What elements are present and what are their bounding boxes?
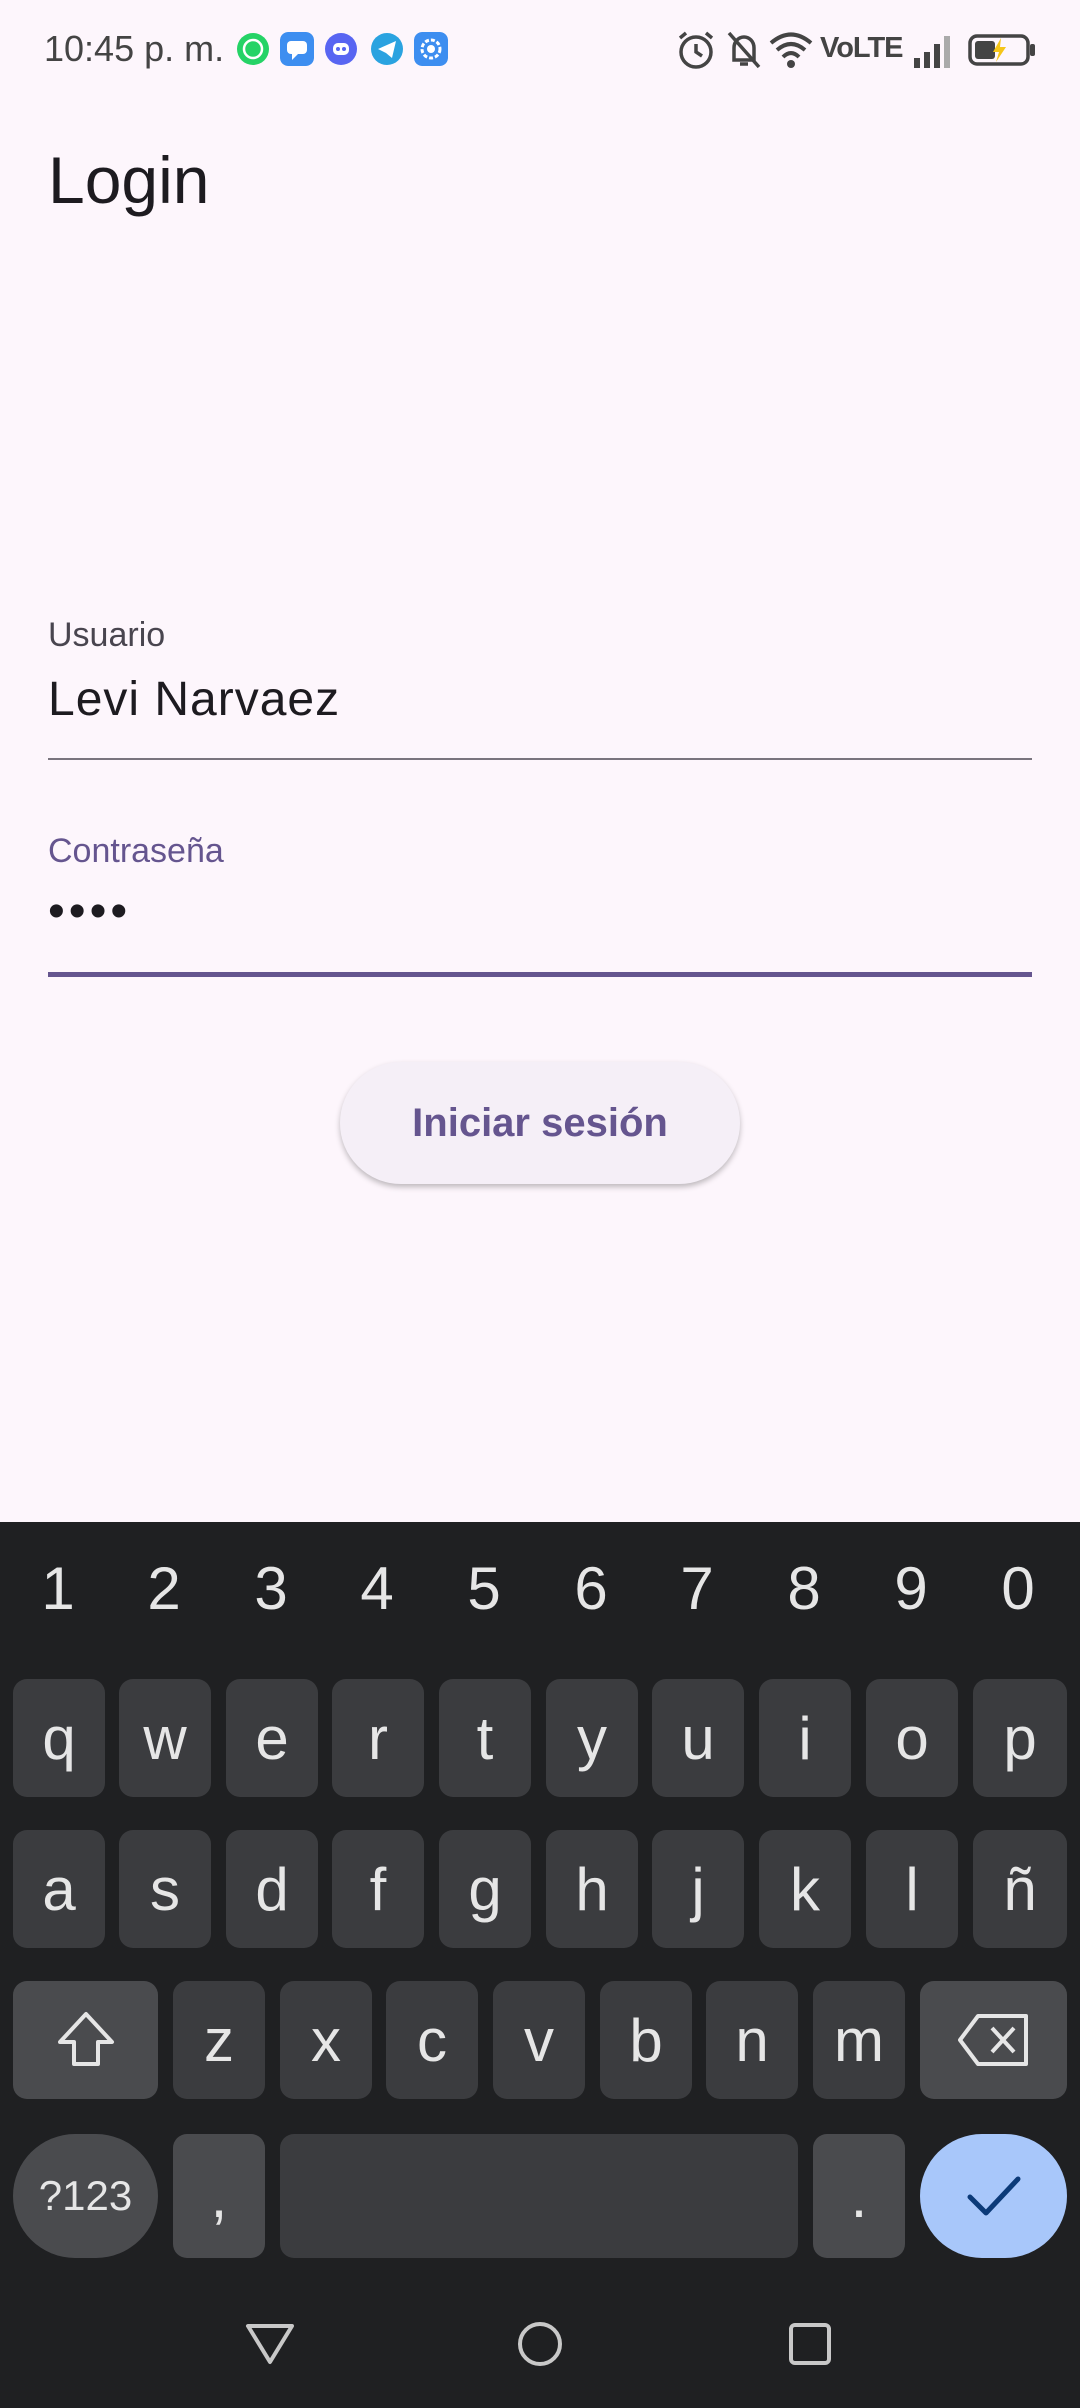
- key-f[interactable]: f: [332, 1830, 424, 1948]
- key-n-tilde[interactable]: ñ: [973, 1830, 1067, 1948]
- telegram-icon: [371, 33, 403, 65]
- page-title: Login: [48, 143, 210, 217]
- bell-off-icon: [727, 31, 761, 69]
- key-l[interactable]: l: [866, 1830, 958, 1948]
- login-button[interactable]: Iniciar sesión: [340, 1062, 740, 1184]
- enter-key[interactable]: [920, 2134, 1067, 2258]
- key-7[interactable]: 7: [667, 1554, 727, 1623]
- key-2[interactable]: 2: [134, 1554, 194, 1623]
- password-underline: [48, 972, 1032, 977]
- key-4[interactable]: 4: [347, 1554, 407, 1623]
- backspace-icon: [957, 2014, 1028, 2066]
- shift-key[interactable]: [13, 1981, 158, 2099]
- key-s[interactable]: s: [119, 1830, 211, 1948]
- key-y[interactable]: y: [546, 1679, 638, 1797]
- key-g[interactable]: g: [439, 1830, 531, 1948]
- key-6[interactable]: 6: [561, 1554, 621, 1623]
- key-i[interactable]: i: [759, 1679, 851, 1797]
- settings-app-icon: [414, 32, 448, 66]
- key-k[interactable]: k: [759, 1830, 851, 1948]
- key-v[interactable]: v: [493, 1981, 585, 2099]
- status-bar: 10:45 p. m. VoLTE: [0, 0, 1080, 100]
- key-8[interactable]: 8: [774, 1554, 834, 1623]
- key-w[interactable]: w: [119, 1679, 211, 1797]
- key-3[interactable]: 3: [241, 1554, 301, 1623]
- password-label: Contraseña: [48, 832, 224, 870]
- backspace-key[interactable]: [920, 1981, 1067, 2099]
- whatsapp-icon: [237, 33, 269, 65]
- symbols-key[interactable]: ?123: [13, 2134, 158, 2258]
- key-1[interactable]: 1: [28, 1554, 88, 1623]
- key-x[interactable]: x: [280, 1981, 372, 2099]
- key-j[interactable]: j: [652, 1830, 744, 1948]
- home-icon[interactable]: [516, 2320, 564, 2368]
- key-h[interactable]: h: [546, 1830, 638, 1948]
- key-n[interactable]: n: [706, 1981, 798, 2099]
- key-q[interactable]: q: [13, 1679, 105, 1797]
- key-t[interactable]: t: [439, 1679, 531, 1797]
- key-u[interactable]: u: [652, 1679, 744, 1797]
- space-key[interactable]: [280, 2134, 798, 2258]
- discord-icon: [325, 33, 357, 65]
- period-key[interactable]: .: [813, 2134, 905, 2258]
- back-icon[interactable]: [244, 2322, 296, 2366]
- wifi-icon: [769, 32, 813, 68]
- key-b[interactable]: b: [600, 1981, 692, 2099]
- network-label: VoLTE: [820, 32, 904, 64]
- key-e[interactable]: e: [226, 1679, 318, 1797]
- alarm-icon: [678, 31, 714, 69]
- key-o[interactable]: o: [866, 1679, 958, 1797]
- recents-icon[interactable]: [788, 2322, 832, 2366]
- key-0[interactable]: 0: [988, 1554, 1048, 1623]
- username-input[interactable]: Levi Narvaez: [48, 672, 340, 727]
- shift-icon: [57, 2012, 114, 2066]
- signal-icon: [914, 36, 950, 68]
- checkmark-icon: [967, 2176, 1020, 2216]
- messages-icon: [280, 32, 314, 66]
- key-z[interactable]: z: [173, 1981, 265, 2099]
- key-p[interactable]: p: [973, 1679, 1067, 1797]
- key-c[interactable]: c: [386, 1981, 478, 2099]
- username-underline: [48, 758, 1032, 760]
- comma-key[interactable]: ,: [173, 2134, 265, 2258]
- username-label: Usuario: [48, 616, 166, 654]
- key-a[interactable]: a: [13, 1830, 105, 1948]
- password-input[interactable]: ••••: [48, 884, 131, 939]
- navigation-bar: [0, 2270, 1080, 2408]
- key-r[interactable]: r: [332, 1679, 424, 1797]
- battery-charging-icon: [968, 34, 1035, 66]
- key-5[interactable]: 5: [454, 1554, 514, 1623]
- key-m[interactable]: m: [813, 1981, 905, 2099]
- key-9[interactable]: 9: [881, 1554, 941, 1623]
- key-d[interactable]: d: [226, 1830, 318, 1948]
- status-time: 10:45 p. m.: [44, 28, 225, 69]
